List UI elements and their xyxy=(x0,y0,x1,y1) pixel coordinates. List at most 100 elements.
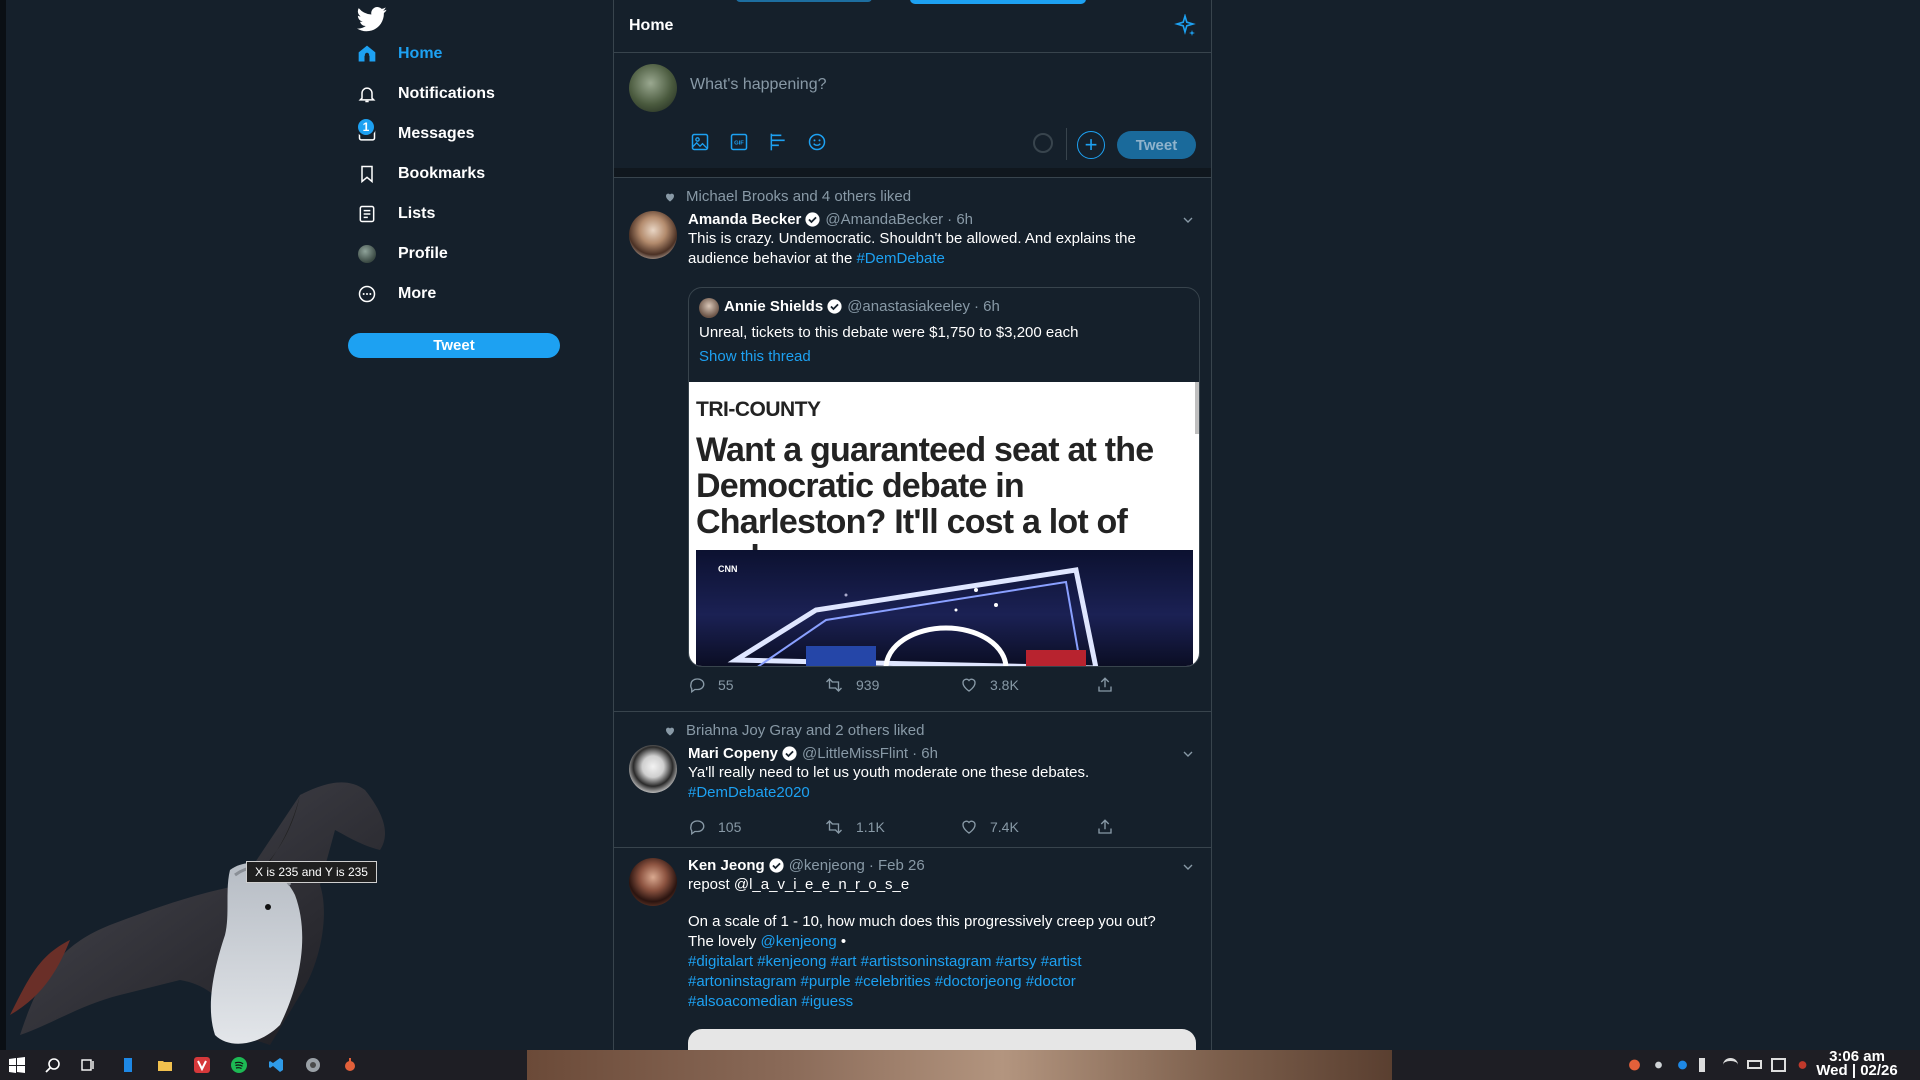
spotify-icon[interactable] xyxy=(231,1057,247,1073)
share-button[interactable] xyxy=(1096,818,1211,836)
coordinate-tooltip: X is 235 and Y is 235 xyxy=(246,861,377,883)
taskbar-clock[interactable]: 3:06 am Wed | 02/26 xyxy=(1812,1049,1902,1080)
like-button[interactable]: 3.8K xyxy=(960,676,1096,694)
add-thread-button[interactable]: + xyxy=(1077,131,1105,159)
task-view-icon[interactable] xyxy=(80,1057,96,1073)
tweet-timestamp[interactable]: · 6h xyxy=(947,211,973,228)
desktop-pet-image[interactable] xyxy=(0,735,410,1050)
tray-bluetooth-icon[interactable] xyxy=(1675,1058,1690,1072)
tweet-card[interactable]: Ken Jeong @kenjeong · Feb 26 repost @l_a… xyxy=(614,848,1211,1050)
tweet-timestamp[interactable]: · Feb 26 xyxy=(869,857,925,874)
hashtag-line[interactable]: #artoninstagram #purple #celebrities #do… xyxy=(688,972,1196,992)
hashtag-link[interactable]: #DemDebate2020 xyxy=(688,783,1196,803)
author-name[interactable]: Mari Copeny xyxy=(688,745,778,762)
tweet-header: Mari Copeny @LittleMissFlint · 6h xyxy=(688,745,1196,762)
heart-icon xyxy=(962,678,976,692)
reply-button[interactable]: 105 xyxy=(688,818,824,836)
tweet-timestamp[interactable]: · 6h xyxy=(912,745,938,762)
gif-icon[interactable]: GIF xyxy=(727,130,750,153)
windows-start-icon[interactable] xyxy=(9,1057,25,1073)
notes-app-icon[interactable] xyxy=(120,1057,136,1073)
author-avatar[interactable] xyxy=(629,858,677,906)
mail-icon: 1 xyxy=(356,117,378,145)
wifi-icon[interactable] xyxy=(1723,1058,1738,1072)
nav-home[interactable]: Home xyxy=(356,34,586,74)
reply-button[interactable]: 55 xyxy=(688,676,824,694)
more-icon xyxy=(356,283,378,305)
share-icon xyxy=(1098,677,1112,692)
nav-notifications[interactable]: Notifications xyxy=(356,74,586,114)
nav-lists[interactable]: Lists xyxy=(356,194,586,234)
sparkle-icon[interactable] xyxy=(1173,14,1197,38)
quoted-article-image[interactable]: TRI-COUNTY Want a guaranteed seat at the… xyxy=(689,382,1199,666)
author-handle[interactable]: @AmandaBecker xyxy=(825,211,943,228)
nav-more-label: More xyxy=(398,285,437,302)
tweet-actions: 55 939 3.8K xyxy=(688,676,1211,694)
vscode-icon[interactable] xyxy=(268,1057,284,1073)
emoji-icon[interactable] xyxy=(805,130,828,153)
image-scrollbar[interactable] xyxy=(1195,382,1199,434)
keyboard-icon[interactable] xyxy=(1771,1058,1786,1072)
network-status-icon[interactable] xyxy=(1795,1058,1810,1072)
author-name[interactable]: Amanda Becker xyxy=(688,211,801,228)
retweet-icon xyxy=(826,678,842,692)
author-handle[interactable]: @kenjeong xyxy=(789,857,865,874)
mention-link[interactable]: @kenjeong xyxy=(761,933,837,950)
quoted-tweet[interactable]: Annie Shields @anastasiakeeley · 6h Unre… xyxy=(688,287,1200,667)
like-count: 3.8K xyxy=(990,677,1019,693)
like-count: 7.4K xyxy=(990,819,1019,835)
quoted-author-avatar xyxy=(699,298,719,318)
share-button[interactable] xyxy=(1096,676,1211,694)
nav-more[interactable]: More xyxy=(356,274,586,314)
compose-input[interactable]: What's happening? xyxy=(690,76,826,94)
nav-home-label: Home xyxy=(398,45,443,62)
tweet-body: Ken Jeong @kenjeong · Feb 26 repost @l_a… xyxy=(688,857,1196,1012)
nav-bookmarks[interactable]: Bookmarks xyxy=(356,154,586,194)
tweet-line-suffix: • xyxy=(840,933,847,950)
tray-settings-icon[interactable] xyxy=(1651,1058,1666,1072)
page-title: Home xyxy=(629,17,674,34)
vivaldi-icon[interactable] xyxy=(194,1057,210,1073)
debate-stage-photo: CNN xyxy=(696,550,1193,666)
author-name[interactable]: Ken Jeong xyxy=(688,857,765,874)
chrome-icon[interactable] xyxy=(305,1057,321,1073)
retweet-button[interactable]: 939 xyxy=(824,676,960,694)
author-avatar[interactable] xyxy=(629,745,677,793)
battery-icon[interactable] xyxy=(1747,1060,1762,1069)
hashtag-line[interactable]: #digitalart #kenjeong #art #artistsonins… xyxy=(688,952,1196,972)
clock-date: Wed | 02/26 xyxy=(1816,1062,1898,1079)
nav-profile[interactable]: Profile xyxy=(356,234,586,274)
author-avatar[interactable] xyxy=(629,211,677,259)
tweet-card[interactable]: Michael Brooks and 4 others liked Amanda… xyxy=(614,179,1211,712)
twitter-logo-icon[interactable] xyxy=(357,4,387,34)
reply-count: 55 xyxy=(718,677,734,693)
sidebar-tweet-button[interactable]: Tweet xyxy=(348,333,560,358)
hashtag-line[interactable]: #alsoacomedian #iguess xyxy=(688,992,1196,1012)
user-avatar[interactable] xyxy=(629,64,677,112)
search-icon[interactable] xyxy=(45,1057,61,1073)
retweet-count: 1.1K xyxy=(856,819,885,835)
poll-icon[interactable] xyxy=(766,130,789,153)
quoted-author-name: Annie Shields xyxy=(724,298,824,315)
file-explorer-icon[interactable] xyxy=(157,1057,173,1073)
reply-count: 105 xyxy=(718,819,742,835)
like-button[interactable]: 7.4K xyxy=(960,818,1096,836)
show-thread-link[interactable]: Show this thread xyxy=(699,348,811,365)
quoted-author-handle: @anastasiakeeley xyxy=(847,298,970,315)
tray-app-icon[interactable] xyxy=(1627,1058,1642,1072)
verified-badge-icon xyxy=(769,858,784,873)
char-count-ring xyxy=(1033,133,1053,153)
verified-badge-icon xyxy=(805,212,820,227)
image-icon[interactable] xyxy=(688,130,711,153)
nav-bookmarks-label: Bookmarks xyxy=(398,165,486,182)
tweet-media-preview[interactable] xyxy=(688,1029,1196,1050)
compose-tweet-button[interactable]: Tweet xyxy=(1117,131,1196,159)
retweet-button[interactable]: 1.1K xyxy=(824,818,960,836)
hashtag-link[interactable]: #DemDebate xyxy=(856,250,944,267)
desktop-pet-app-icon[interactable] xyxy=(342,1057,358,1073)
tweet-card[interactable]: Briahna Joy Gray and 2 others liked Mari… xyxy=(614,712,1211,848)
volume-icon[interactable] xyxy=(1699,1058,1714,1072)
author-handle[interactable]: @LittleMissFlint xyxy=(802,745,908,762)
quoted-timestamp: · 6h xyxy=(974,298,1000,315)
nav-messages[interactable]: 1 Messages xyxy=(356,114,586,154)
